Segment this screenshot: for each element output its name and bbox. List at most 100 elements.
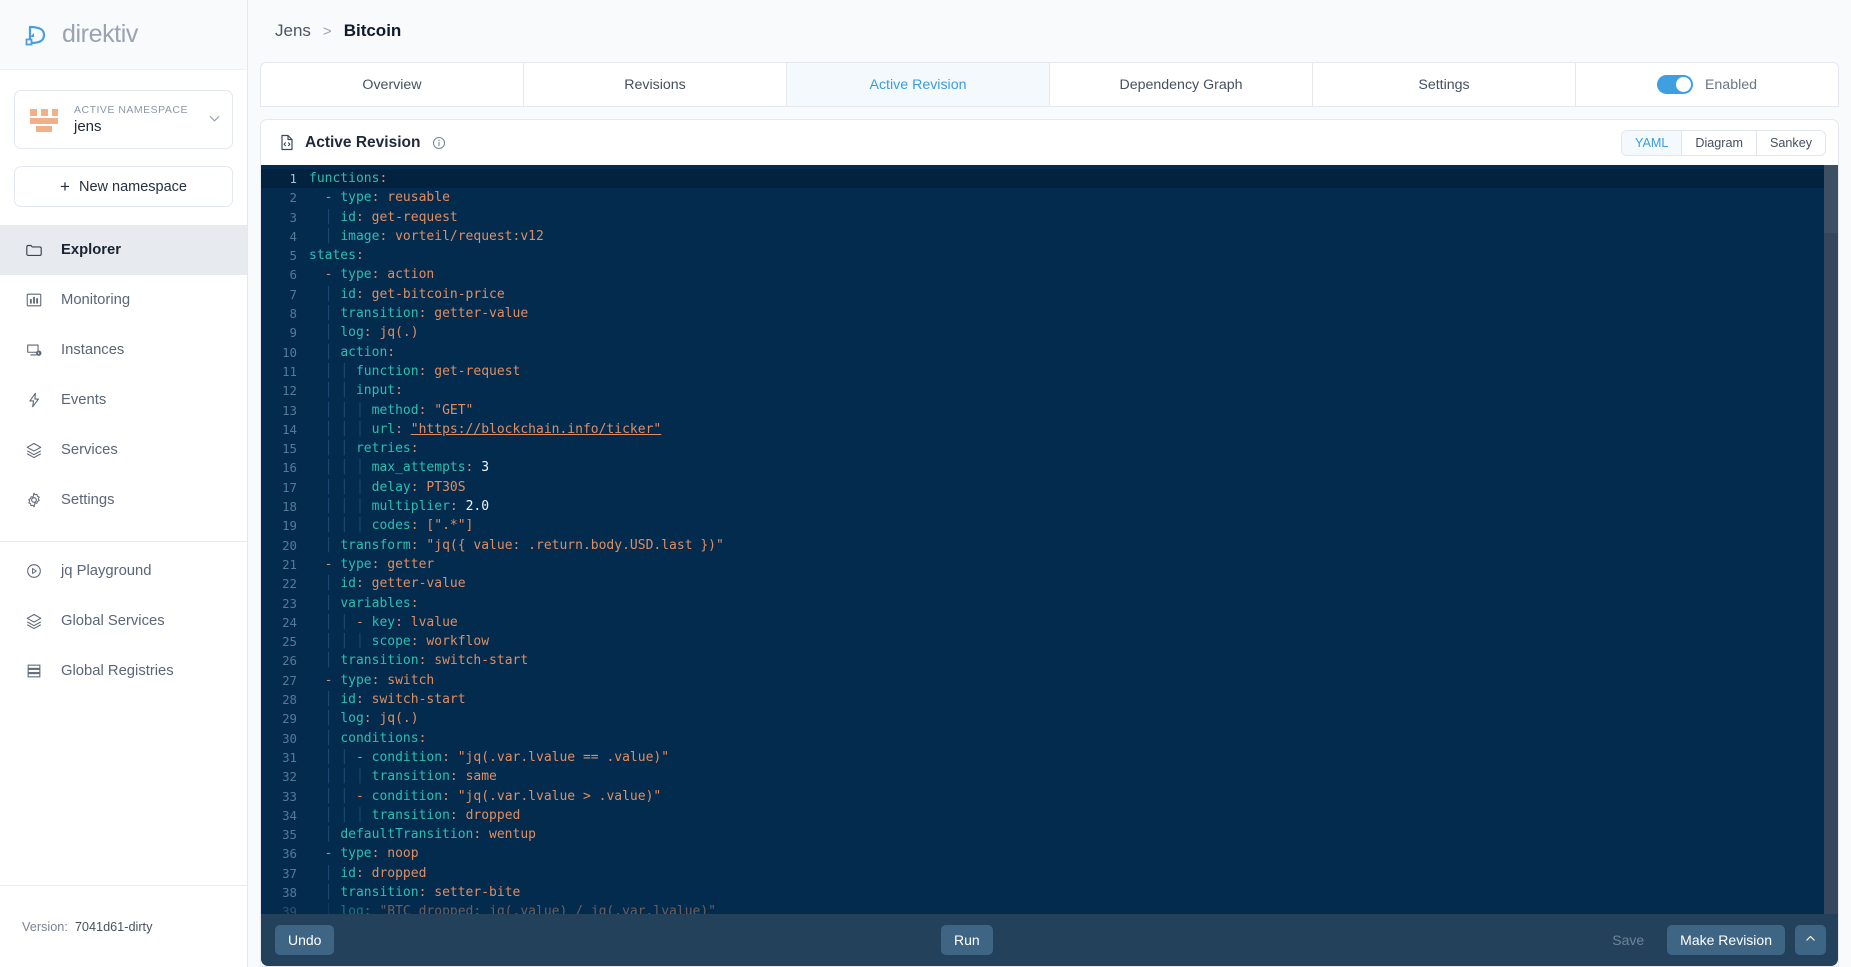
code-lines[interactable]: 1 functions: 2 - type: reusable 3 │ id: get… xyxy=(261,165,1838,914)
code-line[interactable]: 27 - type: switch xyxy=(261,671,1838,690)
brand-name: direktiv xyxy=(62,20,138,48)
code-line[interactable]: 12 │ │ input: xyxy=(261,381,1838,400)
line-number: 22 xyxy=(282,576,297,592)
code-line[interactable]: 37 │ id: dropped xyxy=(261,864,1838,883)
gear-icon xyxy=(24,491,43,510)
line-number: 37 xyxy=(282,865,297,881)
code-line[interactable]: 1 functions: xyxy=(261,169,1838,189)
breadcrumb-current[interactable]: Bitcoin xyxy=(344,21,402,41)
code-line[interactable]: 28 │ id: switch-start xyxy=(261,690,1838,709)
line-number: 17 xyxy=(282,479,297,495)
primary-nav: Explorer Monitoring Instances Events Ser… xyxy=(0,225,247,696)
sidebar-item-label: Global Registries xyxy=(61,663,174,679)
line-number: 32 xyxy=(282,769,297,785)
scrollbar-thumb[interactable] xyxy=(1824,165,1838,233)
tab-dependency-graph[interactable]: Dependency Graph xyxy=(1049,62,1312,107)
file-code-icon xyxy=(279,134,295,151)
enabled-toggle[interactable] xyxy=(1656,75,1693,94)
line-number: 34 xyxy=(282,807,297,823)
code-line[interactable]: 9 │ log: jq(.) xyxy=(261,323,1838,342)
active-namespace-selector[interactable]: ACTIVE NAMESPACE jens xyxy=(14,90,233,149)
code-line[interactable]: 24 │ │ - key: lvalue xyxy=(261,613,1838,632)
editor-footer: Undo Run Save Make Revision xyxy=(261,914,1838,966)
sidebar: direktiv ACTIVE NAMESPACE jens + New nam… xyxy=(0,0,248,967)
tab-label: Settings xyxy=(1418,76,1470,93)
code-line[interactable]: 19 │ │ │ codes: [".*"] xyxy=(261,516,1838,535)
line-number: 29 xyxy=(282,711,297,727)
code-line[interactable]: 11 │ │ function: get-request xyxy=(261,362,1838,381)
run-button[interactable]: Run xyxy=(941,925,993,955)
plus-icon: + xyxy=(60,177,70,196)
code-line[interactable]: 32 │ │ │ transition: same xyxy=(261,767,1838,786)
view-mode-diagram[interactable]: Diagram xyxy=(1682,130,1757,155)
line-number: 5 xyxy=(289,248,297,264)
sidebar-item-instances[interactable]: Instances xyxy=(0,325,247,375)
code-line[interactable]: 34 │ │ │ transition: dropped xyxy=(261,806,1838,825)
code-line[interactable]: 25 │ │ │ scope: workflow xyxy=(261,632,1838,651)
code-line[interactable]: 22 │ id: getter-value xyxy=(261,574,1838,593)
sidebar-item-services[interactable]: Services xyxy=(0,425,247,475)
sidebar-item-jq-playground[interactable]: jq Playground xyxy=(0,546,247,596)
chevron-down-icon[interactable] xyxy=(207,111,222,129)
yaml-code-editor[interactable]: 1 functions: 2 - type: reusable 3 │ id: get… xyxy=(261,165,1838,914)
code-line[interactable]: 4 │ image: vorteil/request:v12 xyxy=(261,227,1838,246)
save-button[interactable]: Save xyxy=(1599,925,1657,955)
editor-scrollbar[interactable] xyxy=(1824,165,1838,914)
code-line[interactable]: 33 │ │ - condition: "jq(.var.lvalue > .v… xyxy=(261,787,1838,806)
new-namespace-button[interactable]: + New namespace xyxy=(14,166,233,207)
scrollbar-track[interactable] xyxy=(1824,233,1838,914)
code-line[interactable]: 15 │ │ retries: xyxy=(261,439,1838,458)
code-line[interactable]: 36 - type: noop xyxy=(261,844,1838,863)
tab-revisions[interactable]: Revisions xyxy=(523,62,786,107)
sidebar-item-monitoring[interactable]: Monitoring xyxy=(0,275,247,325)
code-line[interactable]: 38 │ transition: setter-bite xyxy=(261,883,1838,902)
code-line[interactable]: 8 │ transition: getter-value xyxy=(261,304,1838,323)
code-line[interactable]: 2 - type: reusable xyxy=(261,188,1838,207)
info-circle-icon[interactable] xyxy=(432,136,446,150)
line-number: 15 xyxy=(282,441,297,457)
code-line[interactable]: 26 │ transition: switch-start xyxy=(261,651,1838,670)
code-line[interactable]: 20 │ transform: "jq({ value: .return.bod… xyxy=(261,536,1838,555)
line-number: 18 xyxy=(282,499,297,515)
code-line[interactable]: 23 │ variables: xyxy=(261,594,1838,613)
view-mode-yaml[interactable]: YAML xyxy=(1622,130,1683,155)
code-line[interactable]: 3 │ id: get-request xyxy=(261,208,1838,227)
make-revision-button[interactable]: Make Revision xyxy=(1667,925,1785,955)
code-line[interactable]: 7 │ id: get-bitcoin-price xyxy=(261,285,1838,304)
tab-active-revision[interactable]: Active Revision xyxy=(786,62,1049,107)
tab-overview[interactable]: Overview xyxy=(260,62,523,107)
line-number: 25 xyxy=(282,634,297,650)
namespace-avatar xyxy=(25,100,63,139)
tab-settings[interactable]: Settings xyxy=(1312,62,1576,107)
namespace-label: ACTIVE NAMESPACE xyxy=(74,103,188,116)
sidebar-item-global-registries[interactable]: Global Registries xyxy=(0,646,247,696)
code-line[interactable]: 16 │ │ │ max_attempts: 3 xyxy=(261,458,1838,477)
code-line[interactable]: 5 states: xyxy=(261,246,1838,265)
view-mode-sankey[interactable]: Sankey xyxy=(1756,130,1825,155)
sidebar-item-settings[interactable]: Settings xyxy=(0,475,247,525)
code-line[interactable]: 14 │ │ │ url: "https://blockchain.info/t… xyxy=(261,420,1838,439)
code-line[interactable]: 18 │ │ │ multiplier: 2.0 xyxy=(261,497,1838,516)
code-line[interactable]: 13 │ │ │ method: "GET" xyxy=(261,401,1838,420)
code-line[interactable]: 17 │ │ │ delay: PT30S xyxy=(261,478,1838,497)
code-line[interactable]: 39 │ log: "BTC dropped: jq(.value) / jq(… xyxy=(261,902,1838,914)
code-line[interactable]: 29 │ log: jq(.) xyxy=(261,709,1838,728)
code-line[interactable]: 31 │ │ - condition: "jq(.var.lvalue == .… xyxy=(261,748,1838,767)
code-line[interactable]: 10 │ action: xyxy=(261,343,1838,362)
sidebar-item-events[interactable]: Events xyxy=(0,375,247,425)
code-line[interactable]: 6 - type: action xyxy=(261,265,1838,284)
version-label: Version: xyxy=(22,919,68,934)
line-number: 38 xyxy=(282,884,297,900)
panel-title: Active Revision xyxy=(305,133,421,151)
code-line[interactable]: 21 - type: getter xyxy=(261,555,1838,574)
sidebar-item-explorer[interactable]: Explorer xyxy=(0,225,247,275)
line-number: 39 xyxy=(282,904,297,914)
brand-header[interactable]: direktiv xyxy=(0,0,247,70)
undo-button[interactable]: Undo xyxy=(275,925,335,955)
line-number: 2 xyxy=(289,190,297,206)
breadcrumb-root[interactable]: Jens xyxy=(275,21,311,41)
chevron-up-icon[interactable] xyxy=(1795,925,1826,955)
code-line[interactable]: 30 │ conditions: xyxy=(261,729,1838,748)
code-line[interactable]: 35 │ defaultTransition: wentup xyxy=(261,825,1838,844)
sidebar-item-global-services[interactable]: Global Services xyxy=(0,596,247,646)
